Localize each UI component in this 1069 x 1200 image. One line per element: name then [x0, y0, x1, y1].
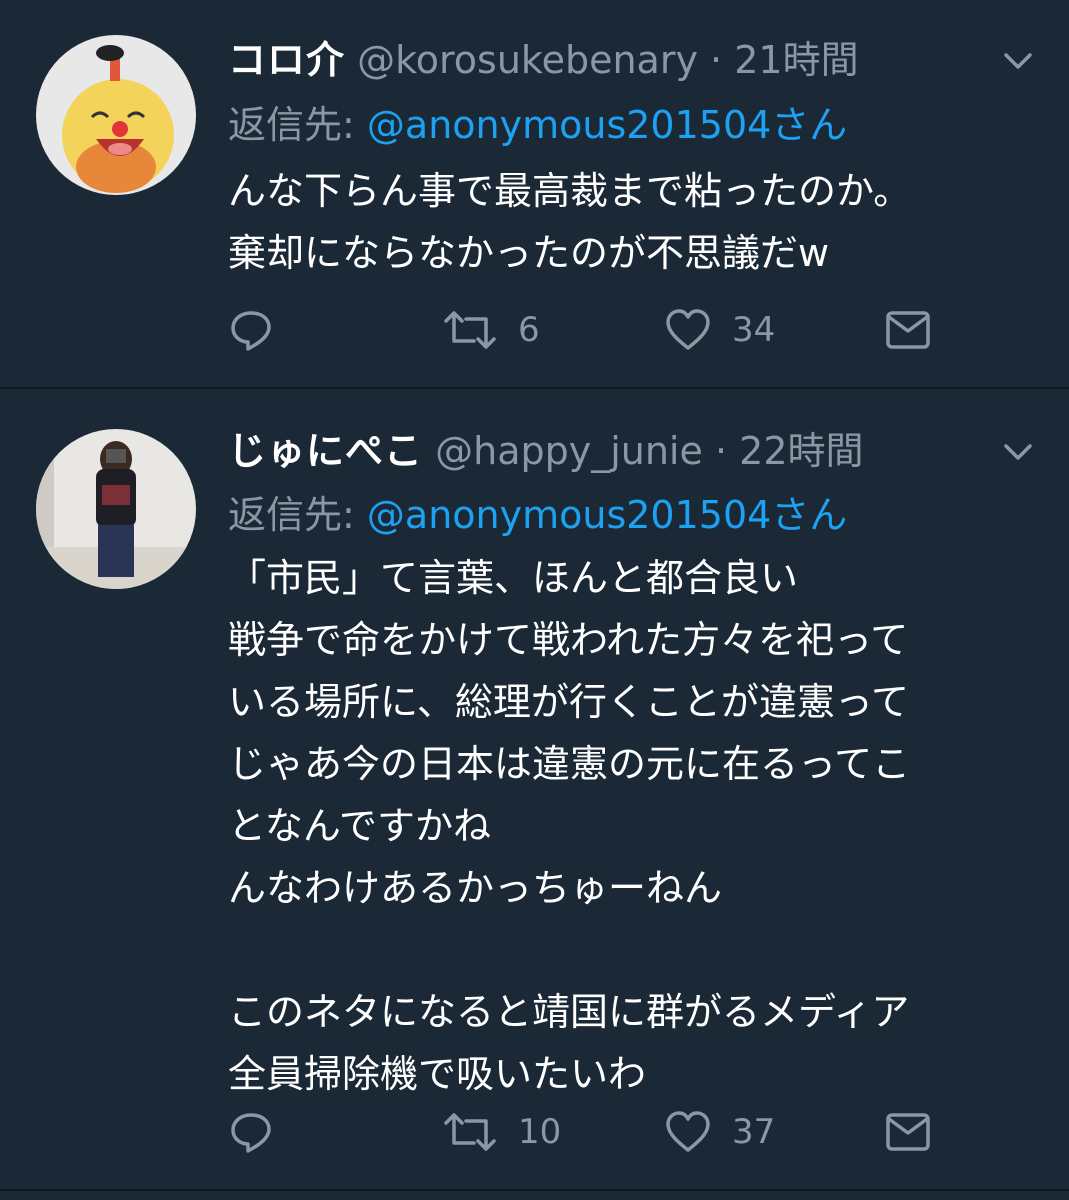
reply-icon: [228, 307, 274, 353]
like-count: 34: [732, 310, 776, 350]
heart-icon: [664, 307, 712, 353]
direct-message-button[interactable]: [884, 300, 932, 360]
avatar[interactable]: [36, 429, 196, 589]
tweet-item[interactable]: コロ介 @korosukebenary · 21時間 返信先: @anonymo…: [0, 0, 1069, 389]
separator-dot: ·: [714, 429, 728, 473]
tweet-item[interactable]: じゅにぺこ @happy_junie · 22時間 返信先: @anonymou…: [0, 391, 1069, 1191]
like-button[interactable]: 34: [664, 300, 775, 360]
retweet-count: 6: [518, 310, 540, 350]
reply-icon: [228, 1109, 274, 1155]
reply-button[interactable]: [228, 1102, 274, 1162]
retweet-button[interactable]: 10: [442, 1102, 561, 1162]
heart-icon: [664, 1109, 712, 1155]
chevron-down-icon[interactable]: [1001, 435, 1035, 469]
author-handle[interactable]: @happy_junie: [435, 429, 703, 473]
reply-to-link[interactable]: @anonymous201504さん: [367, 103, 847, 147]
like-count: 37: [732, 1112, 776, 1152]
envelope-icon: [884, 1110, 932, 1154]
tweet-time[interactable]: 21時間: [734, 38, 858, 82]
tweet-text: 「市民」て言葉、ほんと都合良い 戦争で命をかけて戦われた方々を祀って いる場所に…: [228, 556, 911, 1096]
author-name[interactable]: コロ介: [228, 38, 345, 82]
separator-dot: ·: [710, 38, 723, 82]
reply-context: 返信先: @anonymous201504さん: [228, 487, 847, 543]
reply-label: 返信先:: [228, 493, 355, 537]
author-name[interactable]: じゅにぺこ: [228, 429, 423, 473]
tweet-header: じゅにぺこ @happy_junie · 22時間: [228, 421, 969, 481]
reply-button[interactable]: [228, 300, 274, 360]
envelope-icon: [884, 308, 932, 352]
chevron-down-icon[interactable]: [1001, 44, 1035, 78]
author-handle[interactable]: @korosukebenary: [357, 38, 698, 82]
direct-message-button[interactable]: [884, 1102, 932, 1162]
retweet-icon: [442, 1109, 498, 1155]
reply-to-link[interactable]: @anonymous201504さん: [367, 493, 847, 537]
retweet-count: 10: [518, 1112, 562, 1152]
retweet-button[interactable]: 6: [442, 300, 540, 360]
reply-label: 返信先:: [228, 103, 355, 147]
tweet-actions: 6 34: [228, 300, 948, 360]
tweet-actions: 10 37: [228, 1102, 948, 1162]
retweet-icon: [442, 307, 498, 353]
avatar[interactable]: [36, 35, 196, 195]
tweet-time[interactable]: 22時間: [739, 429, 863, 473]
like-button[interactable]: 37: [664, 1102, 775, 1162]
tweet-text: んな下らん事で最高裁まで粘ったのか。 棄却にならなかったのが不思議だw: [228, 169, 912, 275]
tweet-header: コロ介 @korosukebenary · 21時間: [228, 30, 969, 90]
reply-context: 返信先: @anonymous201504さん: [228, 97, 847, 153]
